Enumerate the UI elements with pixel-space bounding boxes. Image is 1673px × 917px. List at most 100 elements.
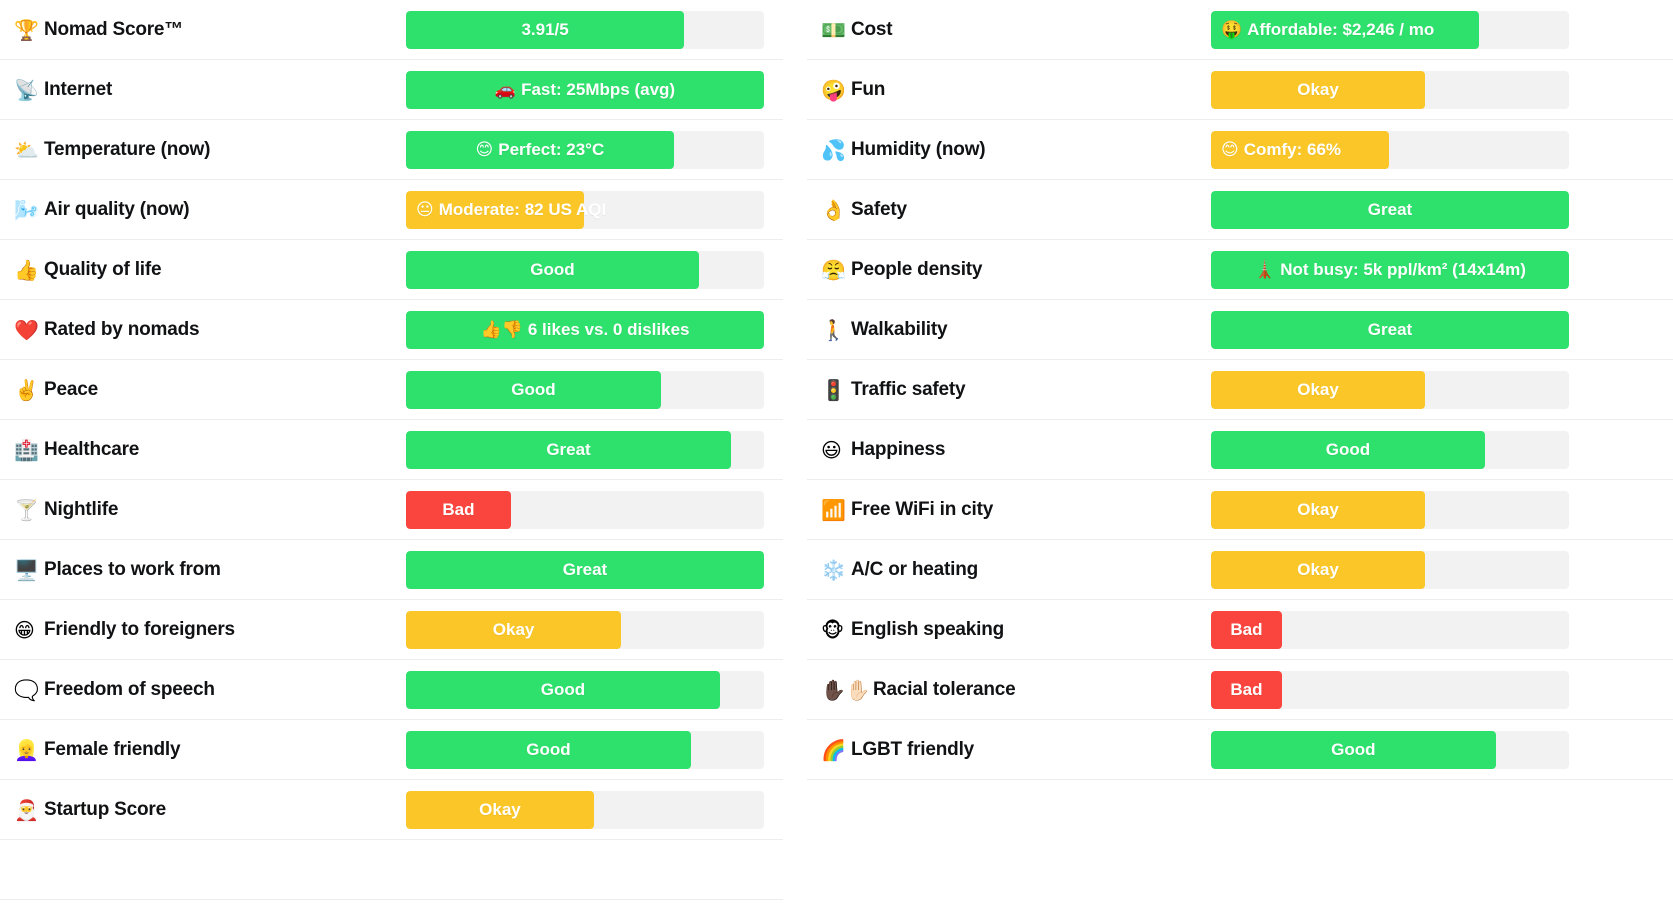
scorecard-row[interactable]: 📡 Internet 🚗 Fast: 25Mbps (avg) <box>0 60 783 120</box>
scorecard-row[interactable]: 🖥️ Places to work from Great <box>0 540 783 600</box>
row-metric-label: Traffic safety <box>851 379 966 400</box>
row-metric-label: People density <box>851 259 983 280</box>
metric-bar-clip: Okay <box>1211 370 1569 409</box>
metric-bar-track: 😊 Comfy: 66% <box>1211 130 1569 169</box>
row-metric-label: Fun <box>851 79 886 100</box>
scorecard-row[interactable]: 🌬️ Air quality (now) 😐 Moderate: 82 US AQI <box>0 180 783 240</box>
metric-bar[interactable]: Bad <box>1211 610 1569 649</box>
metric-bar-clip: 😐 Moderate: 82 US AQI <box>406 190 764 229</box>
metric-bar-fill <box>1211 190 1569 229</box>
scorecard-row[interactable]: 💵 Cost 🤑 Affordable: $2,246 / mo <box>807 0 1673 60</box>
metric-bar[interactable]: Good <box>406 670 764 709</box>
metric-bar[interactable]: Good <box>406 370 764 409</box>
metric-bar[interactable]: 😊 Perfect: 23°C <box>406 130 764 169</box>
metric-bar[interactable]: Great <box>406 550 764 589</box>
satellite-antenna-icon: 📡 <box>14 77 39 102</box>
scorecard-row[interactable]: ⛅ Temperature (now) 😊 Perfect: 23°C <box>0 120 783 180</box>
row-metric-label: Peace <box>44 379 98 400</box>
scorecard-row[interactable]: 🚶 Walkability Great <box>807 300 1673 360</box>
scorecard-row[interactable]: 🗨️ Freedom of speech Good <box>0 660 783 720</box>
row-label-group: 💵 Cost <box>807 20 893 40</box>
metric-bar-track: Good <box>1211 730 1569 769</box>
row-label-group: 👌 Safety <box>807 200 907 220</box>
metric-bar-fill <box>1211 310 1569 349</box>
metric-bar-clip: Good <box>406 370 764 409</box>
metric-bar[interactable]: Great <box>1211 190 1569 229</box>
row-metric-label: Nightlife <box>44 499 119 520</box>
scorecard-row[interactable]: 🍸 Nightlife Bad <box>0 480 783 540</box>
metric-bar[interactable]: 🗼 Not busy: 5k ppl/km² (14x14m) <box>1211 250 1569 289</box>
row-label-group: 👱‍♀️ Female friendly <box>0 740 181 760</box>
metric-bar[interactable]: 3.91/5 <box>406 10 764 49</box>
row-label-group: 🎅 Startup Score <box>0 800 166 820</box>
metric-bar-fill <box>406 430 732 469</box>
scorecard-row[interactable]: 😤 People density 🗼 Not busy: 5k ppl/km² (14… <box>807 240 1673 300</box>
scorecard-row[interactable]: 📶 Free WiFi in city Okay <box>807 480 1673 540</box>
row-metric-label: Rated by nomads <box>44 319 200 340</box>
scorecard-row[interactable]: 🤪 Fun Okay <box>807 60 1673 120</box>
metric-bar-clip: 🚗 Fast: 25Mbps (avg) <box>406 70 764 109</box>
row-label-group: 🚶 Walkability <box>807 317 948 342</box>
person-walking-icon: 🚶 <box>821 317 846 342</box>
metric-bar[interactable]: 👍👎 6 likes vs. 0 dislikes <box>406 310 764 349</box>
scorecard-row[interactable]: 🏆 Nomad Score™ 3.91/5 <box>0 0 783 60</box>
metric-bar-track: 😊 Perfect: 23°C <box>406 130 764 169</box>
scorecard-row[interactable]: 🏥 Healthcare Great <box>0 420 783 480</box>
metric-bar[interactable]: Okay <box>406 610 764 649</box>
row-metric-label: Humidity (now) <box>851 139 986 160</box>
metric-bar[interactable]: 🤑 Affordable: $2,246 / mo <box>1211 10 1569 49</box>
metric-bar-fill <box>1211 670 1282 709</box>
metric-bar[interactable]: Great <box>1211 310 1569 349</box>
row-label-group: 📶 Free WiFi in city <box>807 500 993 520</box>
metric-bar[interactable]: Good <box>1211 730 1569 769</box>
santa-claus-icon: 🎅 <box>14 797 39 822</box>
metric-bar-fill <box>406 130 674 169</box>
metric-bar-clip: Great <box>406 430 764 469</box>
rainbow-icon: 🌈 <box>821 737 846 762</box>
metric-bar[interactable]: 😐 Moderate: 82 US AQI <box>406 190 764 229</box>
row-label-group: 🐵 English speaking <box>807 620 1004 640</box>
scorecard-row[interactable]: ❤️ Rated by nomads 👍👎 6 likes vs. 0 dislike… <box>0 300 783 360</box>
metric-bar[interactable]: Okay <box>406 790 764 829</box>
metric-bar[interactable]: 🚗 Fast: 25Mbps (avg) <box>406 70 764 109</box>
scorecard-row[interactable]: ✋🏿✋🏻 Racial tolerance Bad <box>807 660 1673 720</box>
scorecard-row[interactable]: 👍 Quality of life Good <box>0 240 783 300</box>
scorecard-row[interactable]: ✌️ Peace Good <box>0 360 783 420</box>
ok-hand-icon: 👌 <box>821 197 846 222</box>
scorecard-row[interactable]: 😃 Happiness Good <box>807 420 1673 480</box>
metric-bar[interactable]: Okay <box>1211 370 1569 409</box>
antenna-bars-icon: 📶 <box>821 497 846 522</box>
row-label-group: ⛅ Temperature (now) <box>0 140 210 160</box>
metric-bar-track: Okay <box>406 790 764 829</box>
metric-bar[interactable]: Good <box>406 730 764 769</box>
scorecard-row[interactable]: 👌 Safety Great <box>807 180 1673 240</box>
metric-bar-clip: Bad <box>1211 670 1569 709</box>
scorecard-row[interactable]: 🚦 Traffic safety Okay <box>807 360 1673 420</box>
metric-bar-clip: Good <box>406 670 764 709</box>
metric-bar-fill <box>406 370 661 409</box>
metric-bar[interactable]: 😊 Comfy: 66% <box>1211 130 1569 169</box>
scorecard-row[interactable]: 🐵 English speaking Bad <box>807 600 1673 660</box>
metric-bar[interactable]: Bad <box>1211 670 1569 709</box>
metric-bar[interactable]: Bad <box>406 490 764 529</box>
metric-bar[interactable]: Great <box>406 430 764 469</box>
scorecard-row[interactable]: 👱‍♀️ Female friendly Good <box>0 720 783 780</box>
metric-bar-track: 😐 Moderate: 82 US AQI <box>406 190 764 229</box>
metric-bar[interactable]: Okay <box>1211 70 1569 109</box>
metric-bar[interactable]: Good <box>1211 430 1569 469</box>
metric-bar[interactable]: Good <box>406 250 764 289</box>
scorecard-row[interactable]: ❄️ A/C or heating Okay <box>807 540 1673 600</box>
row-metric-label: Nomad Score™ <box>44 19 184 40</box>
scorecard-row[interactable]: 🌈 LGBT friendly Good <box>807 720 1673 780</box>
scorecard-row[interactable]: 💦 Humidity (now) 😊 Comfy: 66% <box>807 120 1673 180</box>
scorecard-row[interactable]: 🎅 Startup Score Okay <box>0 780 783 840</box>
wind-face-icon: 🌬️ <box>14 197 39 222</box>
metric-bar-fill <box>1211 550 1426 589</box>
metric-bar-clip: 🗼 Not busy: 5k ppl/km² (14x14m) <box>1211 250 1569 289</box>
row-label-group: 📡 Internet <box>0 80 112 100</box>
metric-bar[interactable]: Okay <box>1211 490 1569 529</box>
scorecard-row[interactable]: 😁 Friendly to foreigners Okay <box>0 600 783 660</box>
sweat-droplets-icon: 💦 <box>821 137 846 162</box>
metric-bar-fill <box>406 610 622 649</box>
metric-bar[interactable]: Okay <box>1211 550 1569 589</box>
